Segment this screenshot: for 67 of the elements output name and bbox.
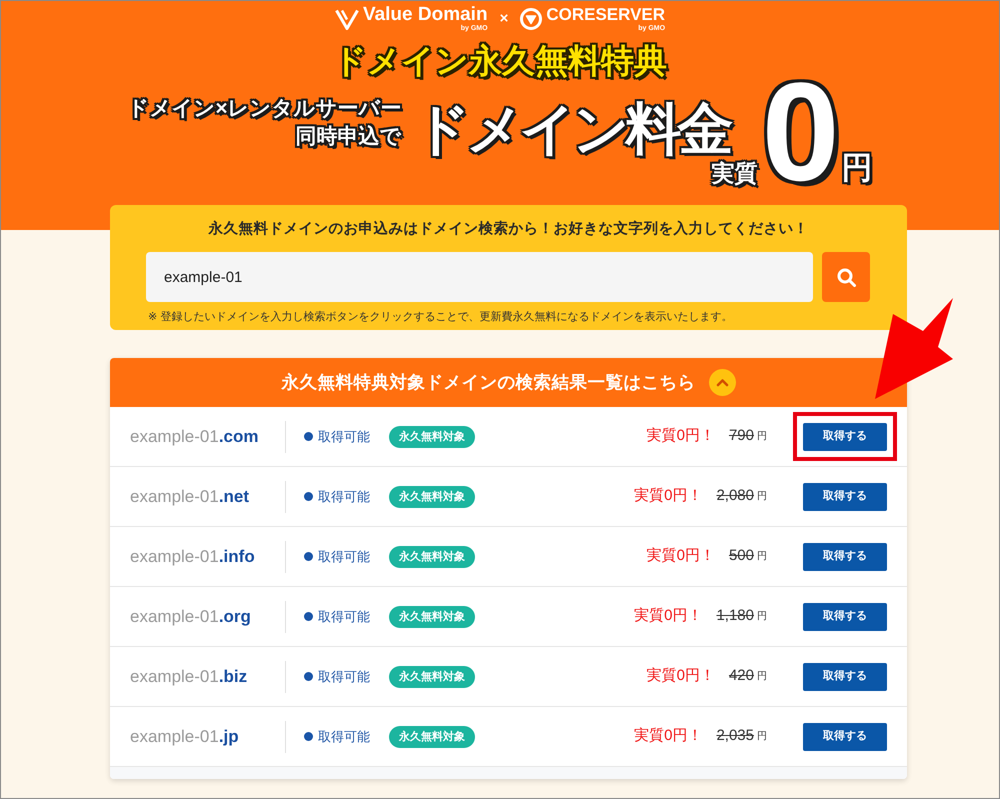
get-domain-button[interactable]: 取得する bbox=[803, 482, 887, 510]
promo-title: ドメイン永久無料特典 bbox=[333, 41, 667, 81]
free-offer-badge: 永久無料対象 bbox=[389, 666, 475, 688]
status-text: 取得可能 bbox=[318, 668, 371, 686]
search-icon bbox=[836, 268, 856, 286]
currency-unit: 円 bbox=[757, 670, 767, 684]
domain-name: example-01.jp bbox=[130, 726, 240, 748]
free-offer-badge: 永久無料対象 bbox=[389, 726, 475, 748]
offer-text: 実質0円！ bbox=[634, 606, 702, 626]
search-note: ※ 登録したいドメインを入力し検索ボタンをクリックすることで、更新費永久無料になるドメインを表示いたします。 bbox=[148, 310, 734, 324]
price-prefix: 実質 bbox=[712, 161, 758, 185]
original-price: 420 bbox=[728, 666, 754, 686]
offer-text: 実質0円！ bbox=[646, 546, 715, 566]
chevron-up-icon[interactable] bbox=[708, 369, 736, 396]
separator-mark: × bbox=[500, 10, 508, 28]
free-offer-badge: 永久無料対象 bbox=[389, 486, 475, 508]
status-dot-icon bbox=[304, 432, 313, 441]
status-text: 取得可能 bbox=[318, 488, 371, 506]
price-unit: 円 bbox=[842, 152, 873, 184]
get-domain-button[interactable]: 取得する bbox=[803, 722, 887, 750]
original-price: 2,035 bbox=[716, 726, 754, 746]
status-text: 取得可能 bbox=[318, 548, 371, 566]
offer-text: 実質0円！ bbox=[646, 666, 715, 686]
get-domain-button[interactable]: 取得する bbox=[803, 662, 887, 690]
get-domain-button[interactable]: 取得する bbox=[803, 602, 887, 630]
status-text: 取得可能 bbox=[318, 728, 371, 746]
promo-headline: ドメイン料金 bbox=[414, 101, 730, 157]
original-price: 1,180 bbox=[716, 606, 754, 626]
offer-text: 実質0円！ bbox=[634, 726, 702, 746]
status-text: 取得可能 bbox=[318, 428, 371, 446]
domain-name: example-01.biz bbox=[130, 666, 248, 688]
domain-name: example-01.info bbox=[130, 546, 256, 568]
results-title: 永久無料特典対象ドメインの検索結果一覧はこちら bbox=[282, 371, 696, 394]
original-price: 790 bbox=[728, 426, 754, 446]
free-offer-badge: 永久無料対象 bbox=[389, 426, 475, 448]
promo-lead-line: ドメイン×レンタルサーバー bbox=[127, 96, 402, 122]
search-field[interactable]: example-01 bbox=[146, 252, 813, 302]
currency-unit: 円 bbox=[757, 550, 767, 564]
status-dot-icon bbox=[304, 732, 313, 741]
original-price: 2,080 bbox=[716, 486, 754, 506]
offer-text: 実質0円！ bbox=[634, 486, 702, 506]
free-offer-badge: 永久無料対象 bbox=[389, 546, 475, 568]
brand-name: CORESERVER bbox=[546, 5, 666, 24]
original-price: 500 bbox=[728, 546, 754, 566]
status-dot-icon bbox=[304, 492, 313, 501]
currency-unit: 円 bbox=[757, 610, 767, 624]
currency-unit: 円 bbox=[757, 430, 767, 444]
search-heading: 永久無料ドメインのお申込みはドメイン検索から！お好きな文字列を入力してください！ bbox=[207, 219, 810, 239]
currency-unit: 円 bbox=[757, 730, 767, 744]
ring-logo-icon bbox=[520, 8, 542, 30]
domain-name: example-01.net bbox=[130, 486, 250, 508]
status-dot-icon bbox=[304, 672, 313, 681]
free-offer-badge: 永久無料対象 bbox=[389, 606, 475, 628]
v-mark-icon bbox=[334, 8, 359, 30]
domain-name: example-01.com bbox=[130, 426, 260, 448]
status-dot-icon bbox=[304, 552, 313, 561]
promo-lead-line: 同時申込で bbox=[294, 124, 402, 150]
brand-name: Value Domain bbox=[362, 5, 488, 25]
currency-unit: 円 bbox=[757, 490, 767, 504]
domain-name: example-01.org bbox=[130, 606, 252, 628]
search-button[interactable] bbox=[822, 252, 870, 302]
get-domain-button[interactable]: 取得する bbox=[803, 422, 887, 450]
status-dot-icon bbox=[304, 612, 313, 621]
get-domain-button[interactable]: 取得する bbox=[803, 542, 887, 570]
status-text: 取得可能 bbox=[318, 608, 371, 626]
offer-text: 実質0円！ bbox=[646, 426, 715, 446]
price-amount: 0 bbox=[762, 77, 840, 187]
